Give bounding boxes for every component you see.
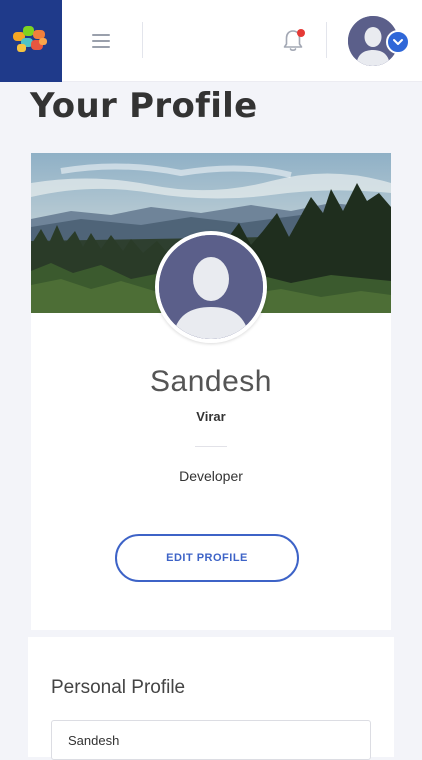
hamburger-menu-icon[interactable]: [92, 34, 112, 48]
profile-avatar-icon: [155, 231, 267, 343]
personal-profile-card: Personal Profile: [28, 637, 394, 760]
divider: [142, 22, 143, 58]
top-navbar: [0, 0, 422, 82]
profile-card: Sandesh Virar Developer EDIT PROFILE: [31, 153, 391, 630]
chevron-down-icon[interactable]: [386, 30, 410, 54]
edit-profile-button[interactable]: EDIT PROFILE: [115, 534, 299, 582]
divider: [195, 446, 227, 447]
profile-role: Developer: [179, 468, 243, 484]
section-title: Personal Profile: [51, 677, 186, 698]
name-field[interactable]: [51, 720, 371, 760]
profile-name: Sandesh: [150, 365, 272, 398]
puzzle-logo-icon: [13, 26, 47, 52]
hamburger-line: [92, 46, 110, 48]
profile-location: Virar: [196, 409, 226, 424]
hamburger-line: [92, 40, 110, 42]
page-title: Your Profile: [30, 86, 258, 126]
app-logo[interactable]: [0, 0, 62, 82]
divider: [326, 22, 327, 58]
notification-badge: [297, 29, 305, 37]
hamburger-line: [92, 34, 110, 36]
